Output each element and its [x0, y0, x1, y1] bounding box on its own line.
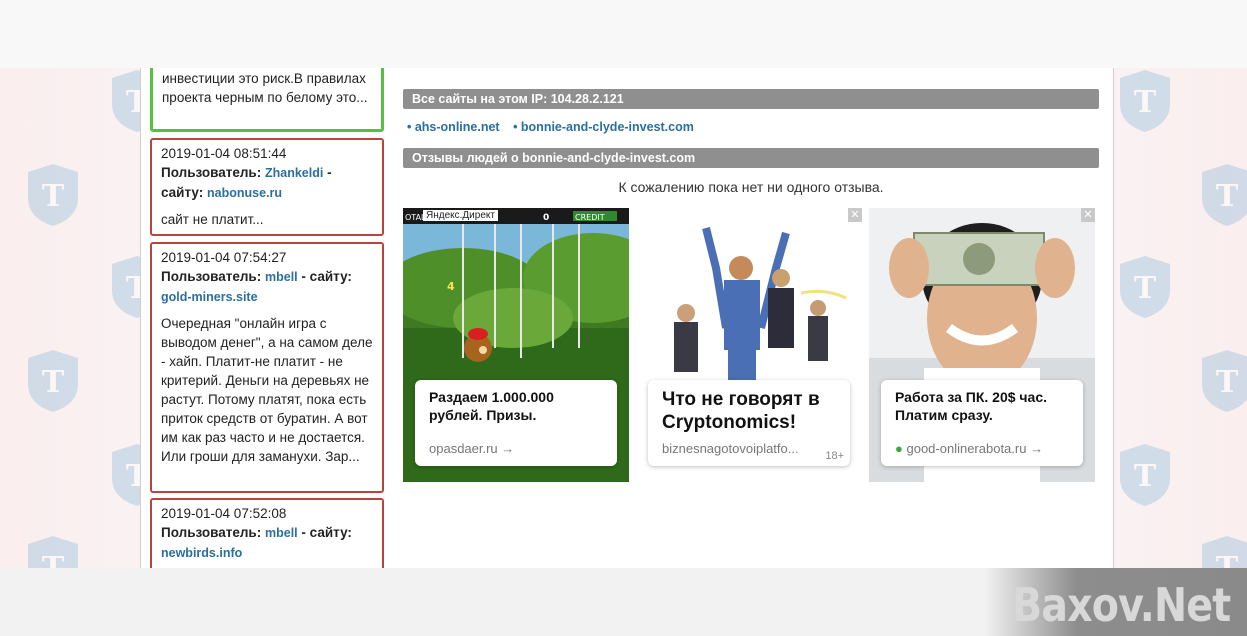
logo-watermark-icon: T — [1198, 162, 1247, 228]
review-body: Очередная "онлайн игра с выводом денег",… — [161, 316, 373, 464]
review-card[interactable]: 2019-01-04 07:54:27 Пользователь: mbell … — [150, 242, 384, 493]
svg-text:T: T — [42, 365, 65, 400]
logo-watermark-icon: T — [1116, 68, 1174, 134]
age-rating-badge: 18+ — [825, 450, 844, 462]
ip-sites-list: • ahs-online.net • bonnie-and-clyde-inve… — [407, 120, 704, 134]
user-link[interactable]: mbell — [265, 270, 298, 284]
logo-watermark-icon: T — [24, 534, 82, 568]
logo-watermark-icon: T — [1116, 442, 1174, 508]
logo-watermark-icon: T — [24, 162, 82, 228]
site-link[interactable]: • bonnie-and-clyde-invest.com — [513, 120, 694, 134]
ip-sites-header: Все сайты на этом IP: 104.28.2.121 — [403, 89, 1099, 109]
ad-text-card[interactable]: Что не говорят в Cryptonomics! biznesnag… — [648, 380, 850, 466]
site-label: - сайту: — [301, 269, 352, 284]
svg-text:T: T — [1216, 551, 1239, 568]
ad-banner-money[interactable]: ✕ Работа за ПК. 20$ час. Платим сразу. ●… — [869, 208, 1095, 482]
logo-watermark-icon: T — [1198, 534, 1247, 568]
svg-text:T: T — [1134, 459, 1157, 494]
svg-text:T: T — [1134, 85, 1157, 120]
review-card[interactable]: 2019-01-04 08:51:44 Пользователь: Zhanke… — [150, 138, 384, 236]
ad-text-card[interactable]: Работа за ПК. 20$ час. Платим сразу. ● g… — [881, 380, 1083, 466]
site-link[interactable]: • ahs-online.net — [407, 120, 500, 134]
yandex-direct-label: Яндекс.Директ — [423, 210, 498, 221]
green-leaf-icon: ● — [895, 441, 903, 456]
close-icon[interactable]: ✕ — [1081, 208, 1095, 222]
review-meta: Пользователь: Zhankeldi - сайту: nabonus… — [161, 163, 373, 203]
ad-title[interactable]: Работа за ПК. 20$ час. Платим сразу. — [895, 388, 1069, 424]
logo-watermark-icon: T — [24, 348, 82, 414]
logo-watermark-icon: T — [1198, 348, 1247, 414]
user-link[interactable]: Zhankeldi — [265, 166, 323, 180]
review-meta: Пользователь: mbell - сайту: gold-miners… — [161, 267, 373, 307]
top-band — [0, 0, 1247, 68]
user-link[interactable]: mbell — [265, 526, 298, 540]
site-link[interactable]: gold-miners.site — [161, 290, 258, 304]
review-body: инвестиции это риск.В правилах проекта ч… — [162, 71, 368, 105]
ad-domain[interactable]: ● good-onlinerabota.ru → — [895, 441, 1043, 456]
ad-domain-text: good-onlinerabota.ru → — [906, 441, 1044, 456]
svg-text:T: T — [1216, 365, 1239, 400]
ad-banner-game[interactable]: OTAL B 0 CREDIT 4 Яндекс.Директ Раздаем … — [403, 208, 629, 482]
game-credit-text: CREDIT — [575, 213, 605, 222]
user-label: Пользователь: — [161, 269, 262, 284]
page-content: инвестиции это риск.В правилах проекта ч… — [140, 68, 1114, 568]
close-icon[interactable]: ✕ — [848, 208, 862, 222]
svg-text:T: T — [1216, 179, 1239, 214]
review-body: сайт не платит... — [161, 212, 264, 227]
user-label: Пользователь: — [161, 525, 262, 540]
game-zero-text: 0 — [543, 213, 549, 223]
ad-banner-business[interactable]: ✕ Что не говорят в Cryptonomics! biznesn… — [636, 208, 862, 482]
user-label: Пользователь: — [161, 165, 262, 180]
ad-text-card[interactable]: Раздаем 1.000.000 рублей. Призы. opasdae… — [415, 380, 617, 466]
no-reviews-text: К сожалению пока нет ни одного отзыва. — [618, 179, 884, 195]
logo-watermark-icon: T — [1116, 254, 1174, 320]
review-date: 2019-01-04 07:52:08 — [161, 506, 287, 521]
review-card[interactable]: 2019-01-04 07:52:08 Пользователь: mbell … — [150, 498, 384, 568]
site-watermark: Baxov.Net — [1012, 578, 1231, 632]
ad-domain[interactable]: biznesnagotovoiplatfo... — [662, 441, 799, 456]
svg-text:T: T — [42, 179, 65, 214]
svg-text:T: T — [1134, 271, 1157, 306]
site-label: - сайту: — [301, 525, 352, 540]
review-date: 2019-01-04 08:51:44 — [161, 146, 287, 161]
review-card[interactable]: инвестиции это риск.В правилах проекта ч… — [150, 68, 384, 132]
reviews-header: Отзывы людей о bonnie-and-clyde-invest.c… — [403, 148, 1099, 168]
review-meta: Пользователь: mbell - сайту: newbirds.in… — [161, 523, 373, 563]
ad-title[interactable]: Что не говорят в Cryptonomics! — [662, 388, 836, 434]
site-link[interactable]: nabonuse.ru — [207, 186, 282, 200]
ad-domain[interactable]: opasdaer.ru → — [429, 441, 514, 456]
game-number-text: 4 — [447, 280, 455, 293]
svg-text:T: T — [42, 551, 65, 568]
site-link[interactable]: newbirds.info — [161, 546, 242, 560]
ad-title[interactable]: Раздаем 1.000.000 рублей. Призы. — [429, 388, 603, 424]
review-date: 2019-01-04 07:54:27 — [161, 250, 287, 265]
